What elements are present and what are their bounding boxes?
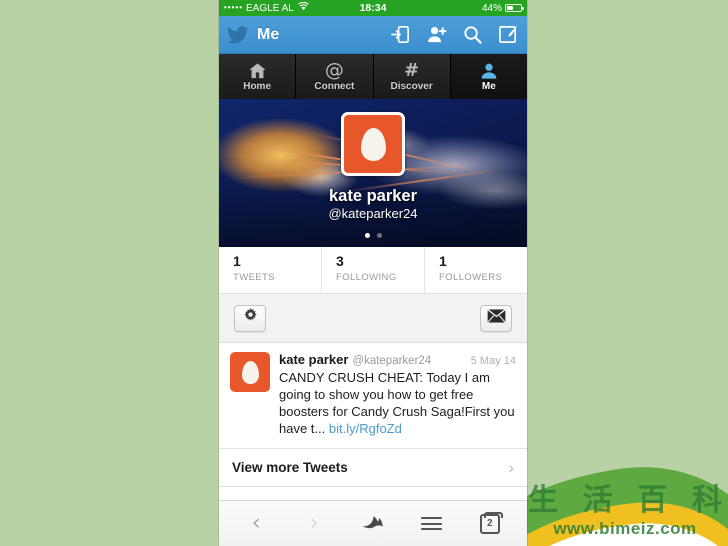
stat-followers[interactable]: 1 FOLLOWERS: [425, 247, 527, 293]
browser-menu-button[interactable]: [409, 509, 453, 539]
phone-screen: ••••• EAGLE AL 18:34 44% Me Home @ Conne…: [219, 0, 527, 546]
gear-icon: [243, 308, 258, 328]
at-icon: @: [324, 59, 344, 81]
appbar-actions: [390, 24, 519, 45]
banner-page-dots[interactable]: [219, 233, 527, 238]
stat-tweets[interactable]: 1 TWEETS: [219, 247, 322, 293]
browser-forward-button[interactable]: ›: [293, 509, 337, 539]
settings-button[interactable]: [234, 304, 266, 332]
tabs-count: 2: [486, 518, 493, 529]
profile-handle: @kateparker24: [328, 206, 418, 221]
browser-toolbar: ‹ › 2: [219, 500, 527, 546]
clock-label: 18:34: [359, 2, 387, 14]
tweet-header: kate parker @kateparker24 5 May 14: [279, 352, 516, 367]
tab-home-label: Home: [243, 81, 272, 92]
stat-following[interactable]: 3 FOLLOWING: [322, 247, 425, 293]
view-more-tweets-row[interactable]: View more Tweets ›: [219, 449, 527, 487]
profile-stats: 1 TWEETS 3 FOLLOWING 1 FOLLOWERS: [219, 247, 527, 294]
page-dot-active[interactable]: [364, 233, 370, 238]
egg-avatar-icon: [241, 360, 259, 384]
tweet-date: 5 May 14: [470, 355, 516, 367]
tabs-icon: 2: [479, 511, 503, 534]
status-right-group: 44%: [481, 2, 524, 14]
add-person-icon[interactable]: [426, 24, 447, 45]
page-title: Me: [257, 25, 280, 43]
person-icon: [480, 61, 498, 80]
stat-following-label: FOLLOWING: [336, 272, 397, 283]
view-more-tweets-label: View more Tweets: [232, 460, 348, 475]
avatar[interactable]: [341, 112, 405, 176]
tweet-author-handle: @kateparker24: [352, 355, 432, 367]
scan-card-icon[interactable]: [390, 24, 411, 45]
page-dot[interactable]: [376, 233, 382, 238]
chevron-right-icon: ›: [309, 510, 320, 536]
browser-tabs-button[interactable]: 2: [468, 509, 512, 539]
tweet-text-block: CANDY CRUSH CHEAT: Today I am going to s…: [279, 369, 516, 437]
tab-connect-label: Connect: [314, 81, 355, 92]
search-icon[interactable]: [462, 24, 483, 45]
stat-followers-value: 1: [439, 253, 447, 269]
chevron-left-icon: ‹: [251, 510, 261, 536]
tweet-avatar[interactable]: [230, 352, 270, 392]
twitter-bird-icon: [227, 25, 249, 44]
main-tab-bar: Home @ Connect # Discover Me: [219, 54, 527, 99]
tweet-link[interactable]: bit.ly/RgfoZd: [329, 421, 402, 436]
tab-discover[interactable]: # Discover: [374, 54, 451, 99]
envelope-icon: [486, 308, 506, 328]
tab-discover-label: Discover: [390, 81, 433, 92]
hash-icon: #: [404, 60, 420, 81]
chevron-right-icon: ›: [508, 458, 514, 477]
tab-me[interactable]: Me: [450, 54, 527, 99]
stat-tweets-label: TWEETS: [233, 272, 275, 283]
browser-back-button[interactable]: ‹: [234, 509, 278, 539]
content-spacer: [219, 487, 527, 500]
home-icon: [248, 61, 267, 80]
tweet-row[interactable]: kate parker @kateparker24 5 May 14 CANDY…: [219, 343, 527, 449]
tweet-body: kate parker @kateparker24 5 May 14 CANDY…: [279, 352, 516, 437]
battery-percent-label: 44%: [481, 2, 502, 14]
profile-actions-row: [219, 294, 527, 343]
ios-status-bar: ••••• EAGLE AL 18:34 44%: [219, 0, 527, 16]
stat-tweets-value: 1: [233, 253, 241, 269]
profile-name: kate parker: [328, 187, 418, 205]
browser-home-button[interactable]: [351, 509, 395, 539]
dolphin-icon: [360, 511, 386, 536]
tweet-author-name: kate parker: [279, 352, 349, 367]
compose-icon[interactable]: [498, 24, 519, 45]
stat-followers-label: FOLLOWERS: [439, 272, 503, 283]
stat-following-value: 3: [336, 253, 344, 269]
hamburger-menu-icon: [420, 514, 442, 534]
tab-home[interactable]: Home: [219, 54, 297, 99]
battery-icon: [505, 4, 524, 12]
tab-connect[interactable]: @ Connect: [296, 54, 374, 99]
profile-banner[interactable]: kate parker @kateparker24: [219, 99, 527, 247]
egg-avatar-icon: [344, 115, 402, 173]
message-button[interactable]: [480, 304, 512, 332]
tab-me-label: Me: [481, 81, 496, 92]
twitter-app-bar: Me: [219, 16, 527, 54]
